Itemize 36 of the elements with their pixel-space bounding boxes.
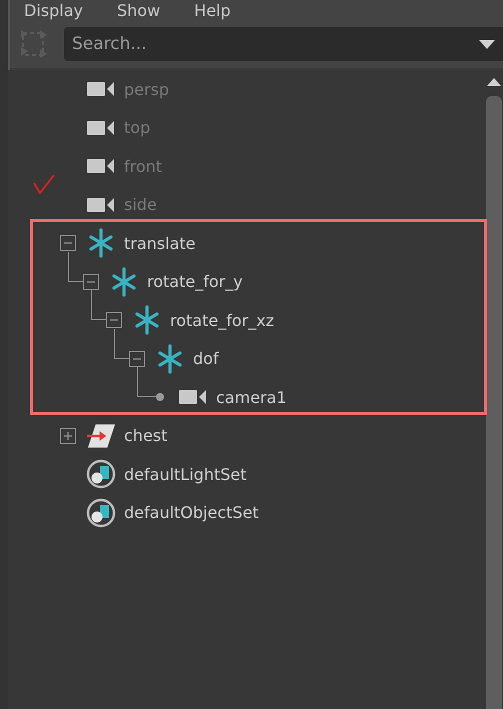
- asterisk-icon: [157, 344, 183, 374]
- collapse-toggle-icon[interactable]: [106, 312, 122, 328]
- tree-item[interactable]: rotate_for_xz: [170, 310, 274, 330]
- camera-icon: [179, 388, 207, 406]
- collapse-toggle-icon[interactable]: [83, 274, 99, 290]
- check-mark-icon: [32, 173, 56, 195]
- tree-item[interactable]: chest: [124, 426, 168, 446]
- set-icon: [86, 498, 116, 528]
- menu-item[interactable]: Help: [194, 1, 231, 20]
- scroll-up-icon[interactable]: [487, 78, 501, 86]
- asterisk-icon: [134, 305, 160, 336]
- collapse-toggle-icon[interactable]: [129, 350, 145, 367]
- tree-item[interactable]: rotate_for_y: [147, 272, 243, 292]
- camera-icon: [87, 80, 115, 98]
- camera-icon: [87, 196, 115, 214]
- joint-icon: [86, 422, 116, 449]
- camera-icon: [87, 157, 115, 176]
- expand-toggle-icon[interactable]: [60, 428, 76, 444]
- menu-item[interactable]: Show: [116, 1, 160, 20]
- dropdown-arrow-icon[interactable]: [479, 40, 495, 49]
- tree-item[interactable]: dof: [193, 349, 219, 368]
- asterisk-icon: [111, 266, 137, 297]
- camera-icon: [87, 118, 115, 137]
- tree-connector: [114, 328, 129, 358]
- collapse-toggle-icon[interactable]: [60, 235, 76, 252]
- set-icon: [86, 459, 116, 490]
- asterisk-icon: [88, 228, 114, 258]
- tree-item[interactable]: defaultLightSet: [124, 464, 246, 484]
- leaf-dot: [156, 393, 164, 402]
- tree-item[interactable]: camera1: [216, 388, 287, 407]
- tree-connector: [68, 252, 83, 282]
- tree-item[interactable]: defaultObjectSet: [124, 503, 259, 522]
- search-field[interactable]: Search...: [64, 27, 503, 61]
- tree-item[interactable]: translate: [124, 234, 196, 253]
- tree-connector: [91, 290, 106, 320]
- menu-item[interactable]: Display: [24, 1, 83, 20]
